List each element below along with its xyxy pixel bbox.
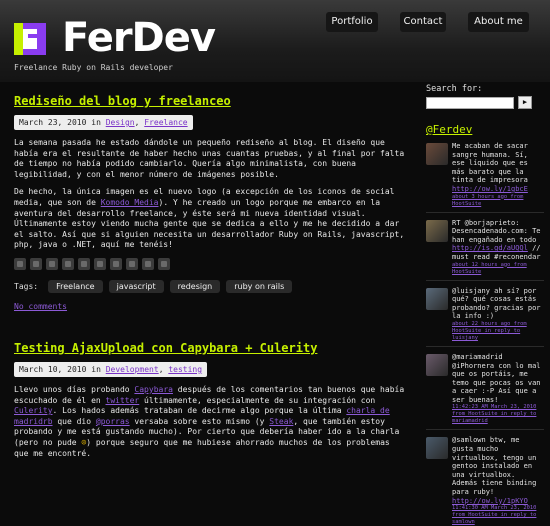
post-body: Llevo unos días probando Capybara despué… — [14, 385, 406, 459]
tweet-text-run: @samlown btw, me gusta mucho virtualbox,… — [452, 436, 537, 497]
tweet-link[interactable]: http://is.gd/aUQQl — [452, 244, 528, 252]
rss-icon[interactable] — [14, 257, 26, 270]
divider — [426, 211, 544, 213]
tweet: @mariamadrid @iPhornera con lo mal que o… — [426, 353, 544, 431]
category-link-development[interactable]: Development — [106, 365, 159, 374]
sidebar: Search for: ▶ @Ferdev Me acaban de sacar… — [426, 82, 544, 526]
category-separator: , — [158, 364, 169, 374]
tweet-text-run: RT @borjaprieto: Desencadenado.com: Te h… — [452, 218, 541, 244]
culerity-link[interactable]: Culerity — [14, 406, 53, 415]
post-1: Rediseño del blog y freelanceo March 23,… — [14, 92, 406, 311]
tag-freelance[interactable]: Freelance — [48, 279, 103, 293]
post-paragraph: Llevo unos días probando Capybara despué… — [14, 385, 406, 459]
linkedin-icon[interactable] — [158, 257, 170, 270]
tweet-meta[interactable]: about 22 hours ago from HootSuite in rep… — [452, 321, 544, 342]
post-tags: Tags: Freelance javascript redesign ruby… — [14, 279, 406, 293]
porras-link[interactable]: @porras — [96, 417, 130, 426]
tweet-text-run: @mariamadrid @iPhornera con lo mal que o… — [452, 352, 541, 404]
delicious-icon[interactable] — [30, 257, 42, 270]
category-link-design[interactable]: Design — [106, 118, 135, 127]
tweet-meta[interactable]: 11:42:23 AM March 23, 2010 from HootSuit… — [452, 404, 544, 425]
tags-label: Tags: — [14, 281, 39, 291]
twitter-link[interactable]: twitter — [106, 396, 140, 405]
email-icon[interactable] — [62, 257, 74, 270]
search-button[interactable]: ▶ — [518, 96, 532, 109]
post-dateline: March 23, 2010 in Design, Freelance — [14, 115, 193, 130]
tweet-text-run: Me acaban de sacar sangre humana. Sí, es… — [452, 142, 528, 185]
capybara-link[interactable]: Capybara — [134, 385, 173, 394]
ferdev-logo-icon[interactable] — [14, 23, 46, 55]
post-title[interactable]: Testing AjaxUpload con Capybara + Culeri… — [14, 339, 406, 357]
tweet-text: Me acaban de sacar sangre humana. Sí, es… — [452, 142, 544, 208]
search-label: Search for: — [426, 84, 483, 94]
tweet-text: @mariamadrid @iPhornera con lo mal que o… — [452, 353, 544, 426]
post-title[interactable]: Rediseño del blog y freelanceo — [14, 92, 406, 110]
nav-about-me[interactable]: About me — [468, 12, 529, 32]
avatar[interactable] — [426, 219, 448, 242]
main-content: Rediseño del blog y freelanceo March 23,… — [14, 92, 406, 466]
nav-contact[interactable]: Contact — [400, 12, 446, 32]
tweet-meta[interactable]: 11:41:30 AM March 23, 2010 from HootSuit… — [452, 505, 544, 526]
post-2: Testing AjaxUpload con Capybara + Culeri… — [14, 339, 406, 459]
tweet: @samlown btw, me gusta mucho virtualbox,… — [426, 436, 544, 526]
post-paragraph: La semana pasada he estado dándole un pe… — [14, 138, 405, 179]
tweet-text: @samlown btw, me gusta mucho virtualbox,… — [452, 436, 544, 526]
tweet-text-run: @luisjany ah sí? por qué? qué cosas está… — [452, 286, 541, 321]
category-link-freelance[interactable]: Freelance — [144, 118, 187, 127]
search-input[interactable] — [426, 96, 514, 109]
post-date: March 10, 2010 in — [19, 364, 106, 374]
brand-name[interactable]: FerDev — [62, 14, 216, 62]
tag-redesign[interactable]: redesign — [169, 279, 221, 293]
tweet-meta[interactable]: about 3 hours ago from HootSuite — [452, 194, 544, 208]
tweet-meta[interactable]: about 12 hours ago from HootSuite — [452, 262, 544, 276]
share-icons — [14, 257, 406, 270]
divider — [426, 279, 544, 281]
tweet-link[interactable]: http://ow.ly/1pKYO — [452, 497, 528, 505]
avatar[interactable] — [426, 353, 448, 376]
facebook-icon[interactable] — [78, 257, 90, 270]
twitter-handle-link[interactable]: @Ferdev — [426, 123, 544, 136]
avatar[interactable] — [426, 143, 448, 165]
text-run: . Los hados además trataban de decirme a… — [52, 406, 347, 416]
text-run: últimamente, especialmente de su integra… — [139, 395, 376, 405]
digg-icon[interactable] — [46, 257, 58, 270]
tweet: RT @borjaprieto: Desencadenado.com: Te h… — [426, 219, 544, 281]
tweet-text: RT @borjaprieto: Desencadenado.com: Te h… — [452, 219, 544, 276]
nav-portfolio[interactable]: Portfolio — [326, 12, 378, 32]
tagline: Freelance Ruby on Rails developer — [14, 63, 173, 72]
steak-link[interactable]: Steak — [269, 417, 293, 426]
tweet: Me acaban de sacar sangre humana. Sí, es… — [426, 142, 544, 213]
stumbleupon-icon[interactable] — [110, 257, 122, 270]
category-separator: , — [134, 118, 145, 127]
twitter-icon[interactable] — [94, 257, 106, 270]
tag-ruby-on-rails[interactable]: ruby on rails — [226, 279, 293, 293]
text-run: Llevo unos días probando — [14, 384, 135, 394]
divider — [426, 429, 544, 431]
avatar[interactable] — [426, 437, 448, 460]
comments-link[interactable]: No comments — [14, 302, 406, 311]
post-body: La semana pasada he estado dándole un pe… — [14, 138, 406, 251]
post-dateline: March 10, 2010 in Development, testing — [14, 361, 208, 377]
tweet-text: @luisjany ah sí? por qué? qué cosas está… — [452, 287, 544, 342]
tag-javascript[interactable]: javascript — [108, 279, 164, 293]
post-date: March 23, 2010 in — [19, 118, 106, 127]
text-run: versaba sobre esto mismo (y — [129, 416, 270, 426]
reddit-icon[interactable] — [126, 257, 138, 270]
text-run: que dio — [52, 416, 96, 426]
tweet: @luisjany ah sí? por qué? qué cosas está… — [426, 287, 544, 347]
komodo-media-link[interactable]: Komodo Media — [101, 198, 159, 207]
avatar[interactable] — [426, 287, 448, 310]
technorati-icon[interactable] — [142, 257, 154, 270]
post-paragraph: De hecho, la única imagen es el nuevo lo… — [14, 187, 406, 251]
tweet-link[interactable]: http://ow.ly/1gbcE — [452, 185, 528, 193]
header: FerDev Freelance Ruby on Rails developer… — [0, 0, 550, 82]
search-form: ▶ — [426, 96, 544, 109]
divider — [426, 345, 544, 347]
category-link-testing[interactable]: testing — [168, 365, 202, 374]
